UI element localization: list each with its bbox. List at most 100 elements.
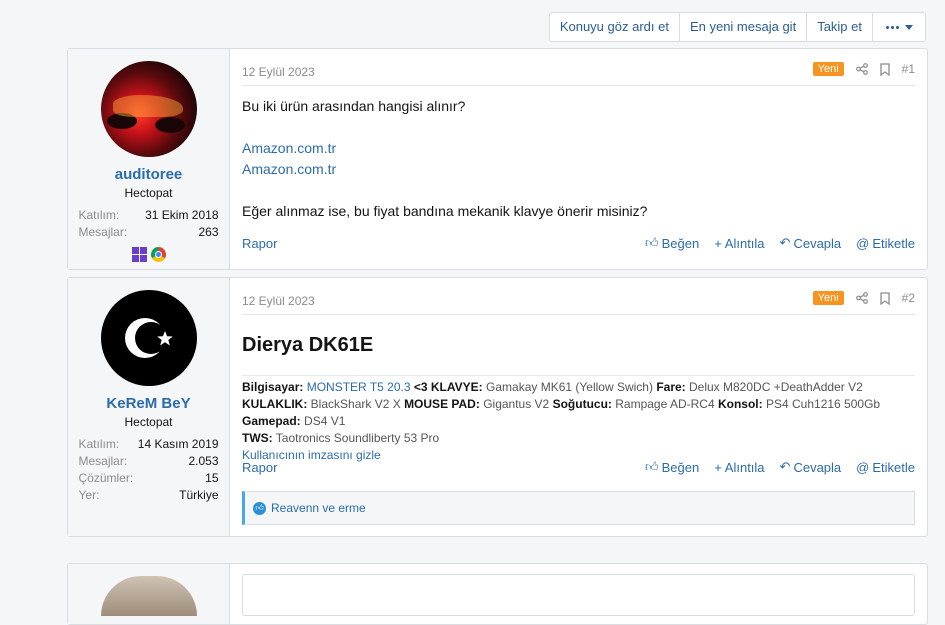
- stat-row: Katılım: 14 Kasım 2019: [79, 436, 219, 453]
- stat-label: Yer:: [78, 488, 100, 502]
- user-title: Hectopat: [124, 186, 173, 200]
- reply-button[interactable]: ↶ Cevapla: [780, 235, 842, 251]
- stat-row: Yer: Türkiye: [79, 487, 219, 504]
- stat-value-link[interactable]: 2.053: [188, 453, 218, 470]
- at-icon: @: [856, 459, 870, 475]
- like-button[interactable]: 👍︎ Beğen: [645, 235, 699, 251]
- reply-button[interactable]: ↶ Cevapla: [780, 459, 842, 475]
- post-content: Bu iki ürün arasından hangisi alınır? Am…: [242, 96, 915, 222]
- sig-link[interactable]: MONSTER T5 20.3: [307, 380, 411, 394]
- thumbs-up-icon: 👍︎: [645, 459, 659, 474]
- post-footer: Rapor 👍︎ Beğen + Alıntıla ↶ Cevapla @ Etiket…: [242, 459, 915, 475]
- user-panel: auditoree Hectopat Katılım: 31 Ekim 2018…: [68, 49, 230, 269]
- product-link[interactable]: Amazon.com.tr: [242, 138, 915, 159]
- sig-value: DS4 V1: [304, 414, 346, 428]
- user-panel: KeReM BeY Hectopat Katılım: 14 Kasım 201…: [68, 278, 230, 536]
- post-title: Dierya DK61E: [242, 334, 374, 356]
- stat-value-link[interactable]: 263: [198, 224, 218, 241]
- post-text: Bu iki ürün arasından hangisi alınır?: [242, 98, 466, 114]
- stat-label: Katılım:: [78, 208, 120, 222]
- follow-button[interactable]: Takip et: [806, 13, 872, 41]
- sig-value: BlackShark V2 X: [310, 397, 401, 411]
- sig-value: PS4 Cuh1216 500Gb: [765, 397, 881, 411]
- stat-row: Çözümler: 15: [79, 470, 219, 487]
- ellipsis-dot: [885, 25, 889, 29]
- user-stats: Katılım: 31 Ekim 2018 Mesajlar: 263: [79, 207, 219, 241]
- thread-actions-bar: Konuyu göz ardı et En yeni mesaja git Ta…: [548, 12, 926, 42]
- post-text: Eğer alınmaz ise, bu fiyat bandına mekan…: [242, 203, 648, 219]
- stat-row: Katılım: 31 Ekim 2018: [79, 207, 219, 224]
- sig-value: Gamakay MK61 (Yellow Swich): [486, 380, 653, 394]
- avatar[interactable]: [100, 576, 197, 616]
- thumbs-up-icon: 👍︎: [645, 235, 659, 250]
- reply-label: Cevapla: [793, 235, 842, 251]
- reply-icon: ↶: [779, 459, 791, 474]
- post-number[interactable]: #2: [902, 291, 915, 305]
- username-link[interactable]: auditoree: [115, 166, 183, 183]
- like-button[interactable]: 👍︎ Beğen: [645, 459, 699, 475]
- tag-label: Etiketle: [872, 459, 915, 475]
- reactions-bar: 👍︎ Reavenn ve erme: [242, 491, 915, 525]
- user-stats: Katılım: 14 Kasım 2019 Mesajlar: 2.053 Ç…: [79, 436, 219, 504]
- new-badge: Yeni: [812, 291, 844, 305]
- share-icon[interactable]: [855, 292, 868, 304]
- like-reaction-icon: 👍︎: [253, 501, 266, 515]
- report-link[interactable]: Rapor: [242, 460, 277, 475]
- stat-label: Katılım:: [78, 437, 120, 451]
- avatar[interactable]: [100, 290, 197, 386]
- username-link[interactable]: KeReM BeY: [106, 395, 190, 412]
- sig-value: Rampage AD-RC4: [615, 397, 715, 411]
- plus-icon: +: [714, 235, 722, 251]
- sig-label: Bilgisayar:: [242, 380, 304, 394]
- post-header: 12 Eylül 2023 Yeni #2: [242, 282, 915, 315]
- tag-button[interactable]: @ Etiketle: [856, 459, 915, 475]
- sig-heart: <3: [413, 380, 428, 394]
- post-2: KeReM BeY Hectopat Katılım: 14 Kasım 201…: [67, 277, 928, 537]
- post-main: 12 Eylül 2023 Yeni #1 Bu iki ürün arasın…: [230, 49, 927, 269]
- user-panel: [68, 564, 230, 624]
- sig-label: KLAVYE:: [430, 380, 483, 394]
- more-menu-button[interactable]: [872, 13, 925, 41]
- stat-value: Türkiye: [179, 488, 219, 502]
- ellipsis-dot: [890, 25, 894, 29]
- stat-label: Mesajlar:: [78, 225, 128, 239]
- ignore-thread-button[interactable]: Konuyu göz ardı et: [550, 13, 679, 41]
- reply-label: Cevapla: [793, 459, 842, 475]
- post-date[interactable]: 12 Eylül 2023: [242, 294, 315, 308]
- stat-value: 31 Ekim 2018: [145, 208, 219, 222]
- quote-label: Alıntıla: [724, 459, 765, 475]
- reactions-summary-link[interactable]: Reavenn ve erme: [271, 501, 366, 515]
- sig-label: Soğutucu:: [552, 397, 612, 411]
- bookmark-icon[interactable]: [879, 62, 890, 76]
- user-device-icons: [131, 247, 166, 262]
- stat-row: Mesajlar: 2.053: [79, 453, 219, 470]
- report-link[interactable]: Rapor: [242, 236, 277, 251]
- reply-icon: ↶: [779, 235, 791, 250]
- sig-value: Gigantus V2: [483, 397, 550, 411]
- user-title: Hectopat: [124, 415, 173, 429]
- stat-value: 14 Kasım 2019: [137, 437, 219, 451]
- sig-label: Fare:: [656, 380, 686, 394]
- quote-button[interactable]: + Alıntıla: [714, 459, 764, 475]
- quote-button[interactable]: + Alıntıla: [714, 235, 764, 251]
- stat-label: Çözümler:: [78, 471, 134, 485]
- user-signature: Bilgisayar: MONSTER T5 20.3 <3 KLAVYE: G…: [242, 375, 915, 464]
- quote-box: [242, 574, 915, 616]
- post-number[interactable]: #1: [902, 62, 915, 76]
- bookmark-icon[interactable]: [879, 291, 890, 305]
- quote-label: Alıntıla: [724, 235, 765, 251]
- sig-label: Konsol:: [717, 397, 763, 411]
- stat-value-link[interactable]: 15: [205, 470, 218, 487]
- sig-value: Delux M820DC +DeathAdder V2: [689, 380, 863, 394]
- windows-icon: [131, 247, 147, 262]
- avatar[interactable]: [100, 61, 197, 157]
- tag-button[interactable]: @ Etiketle: [856, 235, 915, 251]
- go-to-latest-button[interactable]: En yeni mesaja git: [678, 13, 806, 41]
- post-3: [67, 563, 928, 625]
- post-date[interactable]: 12 Eylül 2023: [242, 65, 315, 79]
- share-icon[interactable]: [855, 63, 868, 75]
- product-link[interactable]: Amazon.com.tr: [242, 159, 915, 180]
- sig-label: TWS:: [242, 431, 273, 445]
- sig-label: MOUSE PAD:: [404, 397, 480, 411]
- tag-label: Etiketle: [872, 235, 915, 251]
